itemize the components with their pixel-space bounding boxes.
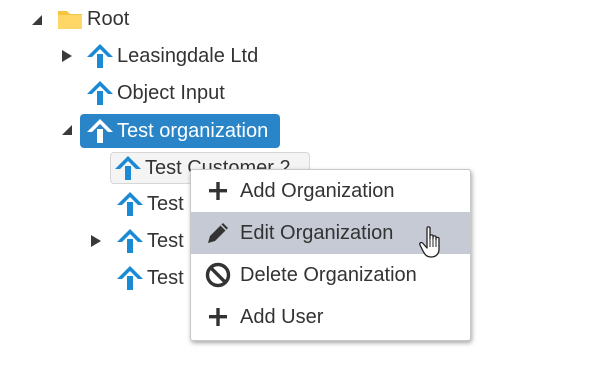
tree-node-root[interactable]: Root [55,4,135,34]
tree-node-label: Leasingdale Ltd [117,45,259,67]
menu-item-label: Edit Organization [240,221,394,244]
tree-node-label: Test [147,193,184,215]
house-arrow-icon [115,189,145,219]
menu-item-label: Add User [240,305,324,328]
ban-icon [204,261,232,289]
tree-node-label: Test organization [117,120,269,142]
house-arrow-icon [85,41,115,71]
hand-pointer-icon [419,225,445,261]
tree-node-test-2[interactable]: Test [115,226,190,256]
menu-item-add-user[interactable]: Add User [191,296,470,338]
plus-icon [204,177,232,205]
tree-node-leasingdale[interactable]: Leasingdale Ltd [85,41,264,71]
house-arrow-icon [85,78,115,108]
tree-node-label: Test [147,267,184,289]
expand-toggle-test-organization[interactable] [60,123,74,137]
tree-node-test-1[interactable]: Test [115,189,190,219]
tree-node-test-3[interactable]: Test [115,263,190,293]
triangle-expanded-icon [62,125,72,135]
house-arrow-icon [115,263,145,293]
tree-node-test-organization[interactable]: Test organization [80,114,281,148]
tree-node-label: Object Input [117,82,225,104]
expand-toggle-root[interactable] [30,13,44,27]
expand-toggle-leasingdale[interactable] [60,49,74,63]
folder-icon [55,4,85,34]
menu-item-label: Delete Organization [240,263,417,286]
tree-node-object-input[interactable]: Object Input [85,78,231,108]
house-arrow-icon [115,226,145,256]
menu-item-label: Add Organization [240,179,395,202]
tree-node-label: Root [87,8,130,30]
tree-node-label: Test [147,230,184,252]
house-arrow-icon [113,153,143,183]
expand-toggle-test-2[interactable] [89,234,103,248]
triangle-collapsed-icon [62,50,72,62]
triangle-expanded-icon [32,15,42,25]
plus-icon [204,303,232,331]
pencil-icon [204,219,232,247]
triangle-collapsed-icon [91,235,101,247]
house-arrow-icon [85,116,115,146]
menu-item-add-organization[interactable]: Add Organization [191,170,470,212]
